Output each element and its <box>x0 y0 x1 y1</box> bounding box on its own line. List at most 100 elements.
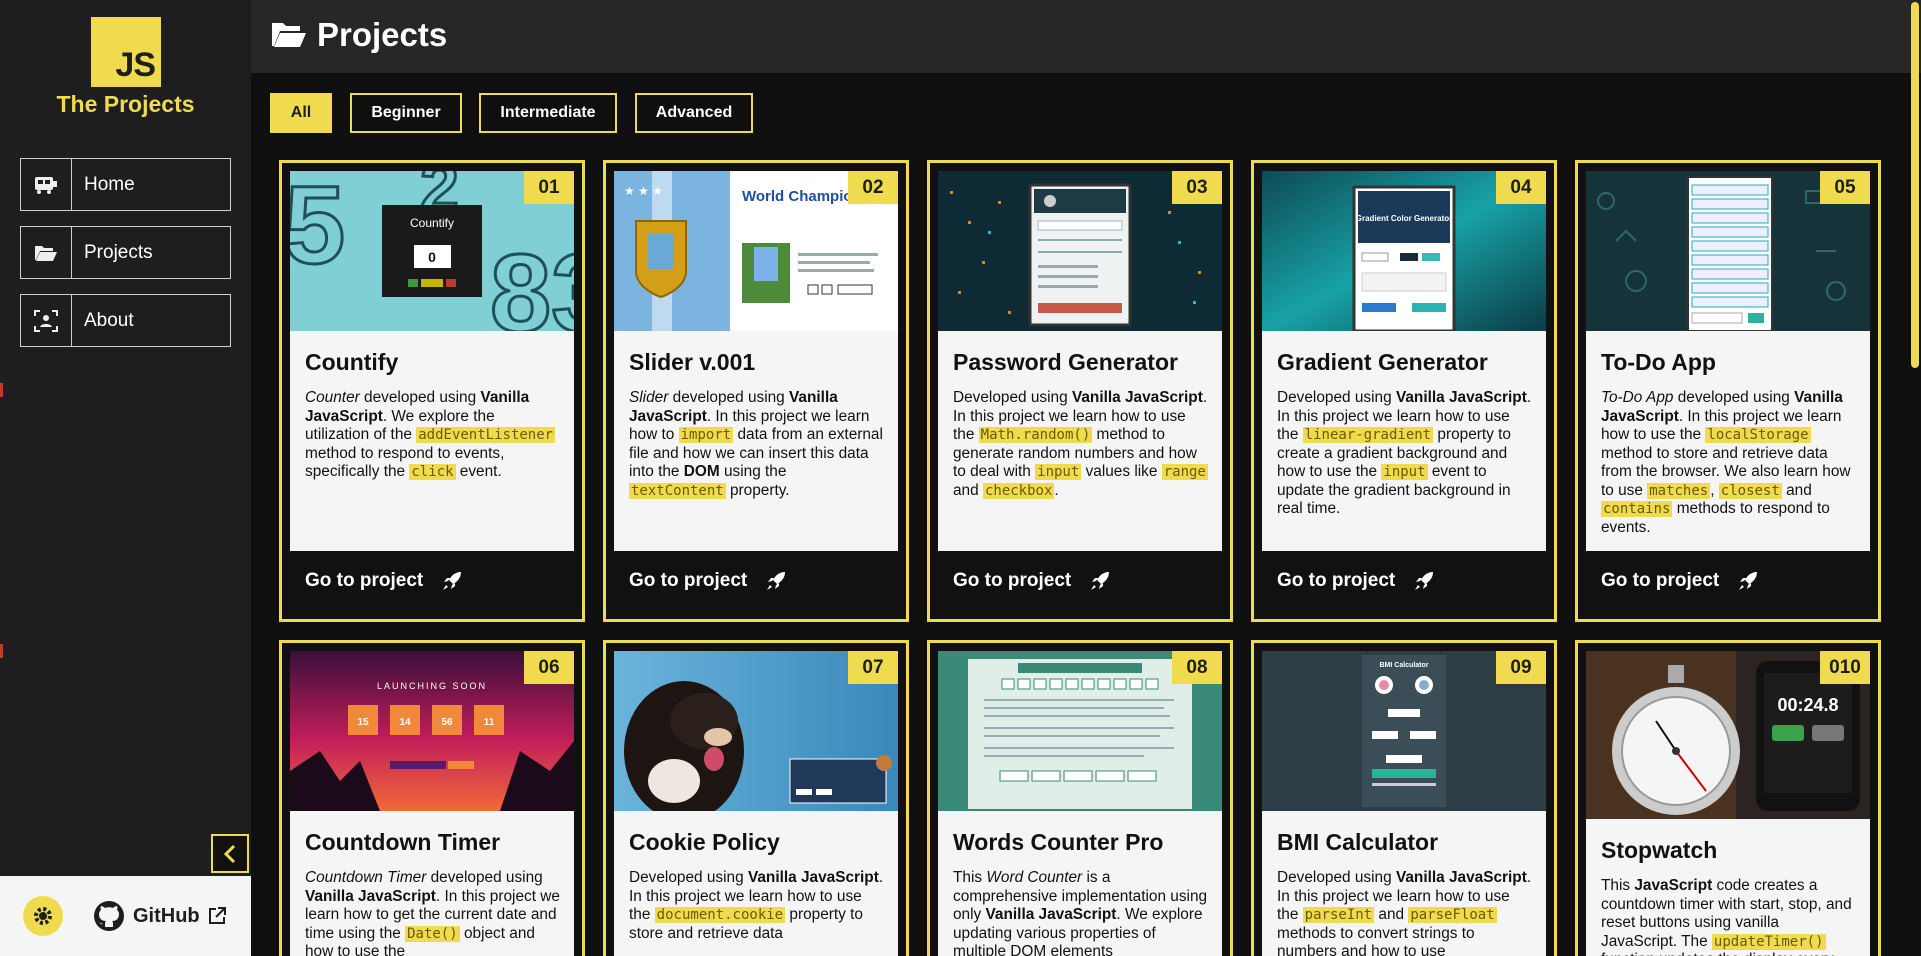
svg-text:56: 56 <box>441 717 453 728</box>
project-description: Developed using Vanilla JavaScript. In t… <box>1277 389 1532 517</box>
project-title: BMI Calculator <box>1277 829 1439 855</box>
project-number-badge: 05 <box>1820 171 1870 204</box>
chevron-left-icon <box>223 844 236 863</box>
svg-text:83: 83 <box>490 232 574 331</box>
rocket-icon <box>1415 572 1434 590</box>
filter-advanced-button[interactable]: Advanced <box>635 93 753 133</box>
page-title-text: Projects <box>317 16 448 53</box>
go-to-project-link[interactable]: Go to project <box>1262 551 1546 611</box>
project-card: 07 Cookie Policy Developed using Vanilla… <box>603 640 909 956</box>
svg-text:BMI Calculator: BMI Calculator <box>1379 662 1428 669</box>
sidebar-footer: GitHub <box>0 876 251 956</box>
project-title: Stopwatch <box>1601 837 1718 863</box>
project-thumbnail[interactable]: Gradient Color Generator 04 <box>1262 171 1546 331</box>
app: JS The Projects Home Projects About GitH… <box>0 0 1921 956</box>
project-description: To-Do App developed using Vanilla JavaSc… <box>1601 389 1851 536</box>
go-to-project-link[interactable]: Go to project <box>614 551 898 611</box>
go-to-project-label: Go to project <box>1601 570 1720 591</box>
svg-text:LAUNCHING SOON: LAUNCHING SOON <box>377 681 487 691</box>
project-number-badge: 02 <box>848 171 898 204</box>
project-thumbnail[interactable]: 00:24.8 010 <box>1586 651 1870 819</box>
project-card: BMI Calculator 09 BMI Calculator Develop… <box>1251 640 1557 956</box>
project-title: Cookie Policy <box>629 829 780 855</box>
project-thumbnail[interactable]: 5 83 2 Countify 0 01 <box>290 171 574 331</box>
collapse-sidebar-button[interactable] <box>211 834 249 873</box>
project-description: Counter developed using Vanilla JavaScri… <box>305 389 556 480</box>
project-card: Gradient Color Generator 04 Gradient Gen… <box>1251 160 1557 622</box>
theme-toggle-button[interactable] <box>23 896 63 936</box>
scroll-marker <box>0 383 3 397</box>
rocket-icon <box>1091 572 1110 590</box>
project-card: 5 83 2 Countify 0 01 Countify Counter de… <box>279 160 585 622</box>
sidebar-item-label: Projects <box>84 241 153 263</box>
external-link-icon <box>208 907 226 924</box>
project-title: Words Counter Pro <box>953 829 1164 855</box>
project-description: Developed using Vanilla JavaScript. In t… <box>953 389 1208 499</box>
project-thumbnail[interactable]: ★ ★ ★ World Champion 02 <box>614 171 898 331</box>
github-icon <box>94 901 124 931</box>
bus-icon <box>21 159 72 210</box>
top-header: Projects <box>251 0 1921 73</box>
svg-text:Countify: Countify <box>410 216 454 230</box>
github-link[interactable]: GitHub <box>93 900 226 932</box>
project-card: 05 To-Do App To-Do App developed using V… <box>1575 160 1881 622</box>
project-thumbnail[interactable]: LAUNCHING SOON 15 14 56 11 06 <box>290 651 574 811</box>
sidebar-item-label: About <box>84 309 134 331</box>
project-title: To-Do App <box>1601 349 1716 375</box>
go-to-project-link[interactable]: Go to project <box>1586 551 1870 611</box>
svg-text:World Champion: World Champion <box>742 188 862 205</box>
filter-beginner-button[interactable]: Beginner <box>350 93 462 133</box>
project-number-badge: 07 <box>848 651 898 684</box>
svg-text:★ ★ ★: ★ ★ ★ <box>624 184 663 198</box>
js-logo[interactable]: JS <box>91 17 161 87</box>
project-thumbnail[interactable]: 08 <box>938 651 1222 811</box>
project-description: This JavaScript code creates a countdown… <box>1601 877 1852 956</box>
project-title: Countify <box>305 349 399 375</box>
sidebar-item-about[interactable]: About <box>20 294 231 347</box>
svg-text:0: 0 <box>428 249 436 265</box>
project-card: 03 Password Generator Developed using Va… <box>927 160 1233 622</box>
rocket-icon <box>443 572 462 590</box>
rocket-icon <box>1739 572 1758 590</box>
sidebar-item-home[interactable]: Home <box>20 158 231 211</box>
project-description: This Word Counter is a comprehensive imp… <box>953 869 1208 956</box>
project-card: 00:24.8 010 Stopwatch This JavaScript co… <box>1575 640 1881 956</box>
svg-text:14: 14 <box>399 717 411 728</box>
project-card: 08 Words Counter Pro This Word Counter i… <box>927 640 1233 956</box>
filter-all-button[interactable]: All <box>270 93 332 133</box>
project-card: LAUNCHING SOON 15 14 56 11 06 Countdown … <box>279 640 585 956</box>
github-label: GitHub <box>133 904 200 927</box>
project-thumbnail[interactable]: 03 <box>938 171 1222 331</box>
user-scan-icon <box>21 295 72 346</box>
project-description: Developed using Vanilla JavaScript. In t… <box>1277 869 1532 956</box>
project-description: Countdown Timer developed using Vanilla … <box>305 869 560 956</box>
go-to-project-label: Go to project <box>953 570 1072 591</box>
project-number-badge: 01 <box>524 171 574 204</box>
project-card: ★ ★ ★ World Champion 02 Slider v.001 Sli… <box>603 160 909 622</box>
project-description: Developed using Vanilla JavaScript. In t… <box>629 869 884 942</box>
project-description: Slider developed using Vanilla JavaScrip… <box>629 389 883 499</box>
filter-intermediate-button[interactable]: Intermediate <box>479 93 617 133</box>
svg-text:15: 15 <box>357 717 369 728</box>
folder-open-icon <box>21 227 72 278</box>
svg-text:5: 5 <box>290 171 345 287</box>
brand-title: The Projects <box>56 91 195 117</box>
gear-icon <box>34 907 52 925</box>
sidebar-item-projects[interactable]: Projects <box>20 226 231 279</box>
go-to-project-link[interactable]: Go to project <box>938 551 1222 611</box>
project-thumbnail[interactable]: 07 <box>614 651 898 811</box>
svg-text:11: 11 <box>484 717 495 728</box>
project-thumbnail[interactable]: BMI Calculator 09 <box>1262 651 1546 811</box>
scroll-marker <box>0 644 3 658</box>
project-title: Gradient Generator <box>1277 349 1488 375</box>
project-number-badge: 06 <box>524 651 574 684</box>
sidebar-item-label: Home <box>84 173 135 195</box>
sidebar: JS The Projects Home Projects About GitH… <box>0 0 251 956</box>
page-scrollbar[interactable] <box>1911 2 1919 368</box>
go-to-project-label: Go to project <box>1277 570 1396 591</box>
project-thumbnail[interactable]: 05 <box>1586 171 1870 331</box>
folder-open-icon <box>272 23 306 47</box>
project-number-badge: 09 <box>1496 651 1546 684</box>
go-to-project-label: Go to project <box>305 570 424 591</box>
go-to-project-link[interactable]: Go to project <box>290 551 574 611</box>
